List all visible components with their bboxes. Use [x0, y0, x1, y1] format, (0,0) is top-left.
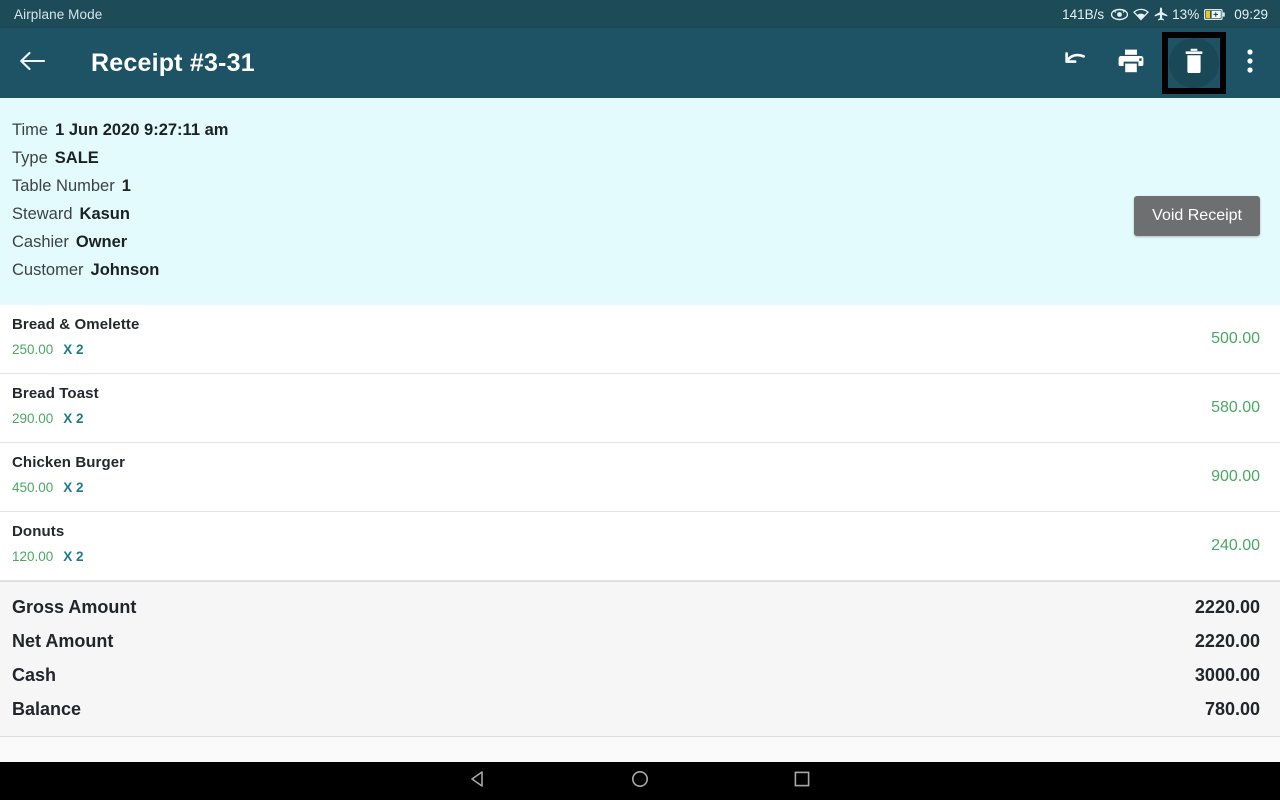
item-unit-price: 290.00	[12, 411, 54, 426]
toolbar-actions	[1048, 28, 1280, 98]
item-line-total: 240.00	[1211, 537, 1260, 554]
item-line-total: 900.00	[1211, 468, 1260, 485]
item-quantity: X 2	[63, 549, 84, 564]
summary-label: Gross Amount	[12, 596, 137, 617]
undo-icon	[1062, 50, 1089, 77]
summary-row-net-amount: Net Amount 2220.00	[0, 624, 1280, 658]
item-name: Bread Toast	[12, 385, 99, 402]
overflow-menu-icon	[1247, 48, 1253, 79]
summary-label: Net Amount	[12, 630, 114, 651]
status-bar-right-group: 141B/s 13% 09:29	[1062, 7, 1268, 22]
nav-recents-icon[interactable]	[792, 769, 812, 794]
table-row[interactable]: Bread & Omelette 250.00 X 2 500.00	[0, 305, 1280, 374]
item-subline: 450.00 X 2	[12, 480, 1260, 495]
undo-button[interactable]	[1048, 28, 1102, 98]
info-label: Table Number	[12, 177, 115, 195]
info-label: Type	[12, 149, 48, 167]
info-value: 1	[121, 177, 131, 195]
summary-value: 2220.00	[1194, 596, 1260, 617]
item-quantity: X 2	[63, 411, 84, 426]
summary-row-cash: Cash 3000.00	[0, 658, 1280, 692]
app-screen: Airplane Mode 141B/s 13% 09:29 Receipt #…	[0, 0, 1280, 800]
status-bar: Airplane Mode 141B/s 13% 09:29	[0, 0, 1280, 28]
summary-row-balance: Balance 780.00	[0, 692, 1280, 726]
receipt-info-panel: Time 1 Jun 2020 9:27:11 am Type SALE Table…	[0, 98, 1280, 305]
summary-value: 3000.00	[1194, 664, 1260, 685]
info-row-steward: Steward Kasun	[12, 200, 1280, 228]
info-label: Customer	[12, 261, 84, 279]
info-row-time: Time 1 Jun 2020 9:27:11 am	[12, 116, 1280, 144]
info-label: Steward	[12, 205, 73, 223]
item-name: Chicken Burger	[12, 454, 126, 471]
status-bar-left-text: Airplane Mode	[14, 6, 103, 22]
battery-percent-text: 13%	[1172, 6, 1200, 22]
battery-charging-icon	[1204, 8, 1226, 21]
info-value: Kasun	[79, 205, 130, 223]
item-quantity: X 2	[63, 342, 84, 357]
table-row[interactable]: Donuts 120.00 X 2 240.00	[0, 512, 1280, 581]
info-label: Time	[12, 121, 49, 139]
item-subline: 250.00 X 2	[12, 342, 1260, 357]
print-button[interactable]	[1104, 28, 1158, 98]
item-name: Bread & Omelette	[12, 316, 140, 333]
info-row-cashier: Cashier Owner	[12, 228, 1280, 256]
info-value: Johnson	[90, 261, 160, 279]
nav-home-icon[interactable]	[630, 769, 650, 794]
overflow-menu-button[interactable]	[1230, 28, 1270, 98]
table-row[interactable]: Bread Toast 290.00 X 2 580.00	[0, 374, 1280, 443]
nav-back-icon[interactable]	[468, 769, 488, 794]
clock-text: 09:29	[1234, 6, 1268, 22]
item-subline: 290.00 X 2	[12, 411, 1260, 426]
item-quantity: X 2	[63, 480, 84, 495]
delete-button[interactable]	[1162, 32, 1226, 94]
airplane-icon	[1154, 7, 1168, 21]
table-row[interactable]: Chicken Burger 450.00 X 2 900.00	[0, 443, 1280, 512]
back-button[interactable]	[0, 28, 64, 98]
void-receipt-button[interactable]: Void Receipt	[1134, 196, 1260, 236]
summary-label: Cash	[12, 664, 57, 685]
back-arrow-icon	[19, 50, 46, 77]
item-line-total: 580.00	[1211, 399, 1260, 416]
summary-row-gross-amount: Gross Amount 2220.00	[0, 590, 1280, 624]
receipt-summary: Gross Amount 2220.00 Net Amount 2220.00 …	[0, 581, 1280, 736]
item-unit-price: 120.00	[12, 549, 54, 564]
page-title: Receipt #3-31	[91, 48, 255, 77]
printer-icon	[1117, 48, 1145, 79]
app-toolbar: Receipt #3-31	[0, 28, 1280, 98]
wifi-icon	[1133, 8, 1150, 21]
item-unit-price: 250.00	[12, 342, 54, 357]
info-label: Cashier	[12, 233, 69, 251]
summary-value: 2220.00	[1194, 630, 1260, 651]
info-value: Owner	[75, 233, 128, 251]
android-navigation-bar	[0, 762, 1280, 800]
info-value: SALE	[54, 149, 99, 167]
info-row-table-number: Table Number 1	[12, 172, 1280, 200]
item-line-total: 500.00	[1211, 330, 1260, 347]
info-row-customer: Customer Johnson	[12, 256, 1280, 284]
summary-footer-divider	[0, 736, 1280, 764]
summary-value: 780.00	[1204, 698, 1260, 719]
info-value: 1 Jun 2020 9:27:11 am	[55, 121, 229, 139]
item-unit-price: 450.00	[12, 480, 54, 495]
network-speed-text: 141B/s	[1062, 6, 1105, 22]
item-name: Donuts	[12, 523, 65, 540]
receipt-items-list: Bread & Omelette 250.00 X 2 500.00 Bread …	[0, 305, 1280, 581]
info-row-type: Type SALE	[12, 144, 1280, 172]
eye-icon	[1111, 8, 1129, 21]
summary-label: Balance	[12, 698, 82, 719]
item-subline: 120.00 X 2	[12, 549, 1260, 564]
